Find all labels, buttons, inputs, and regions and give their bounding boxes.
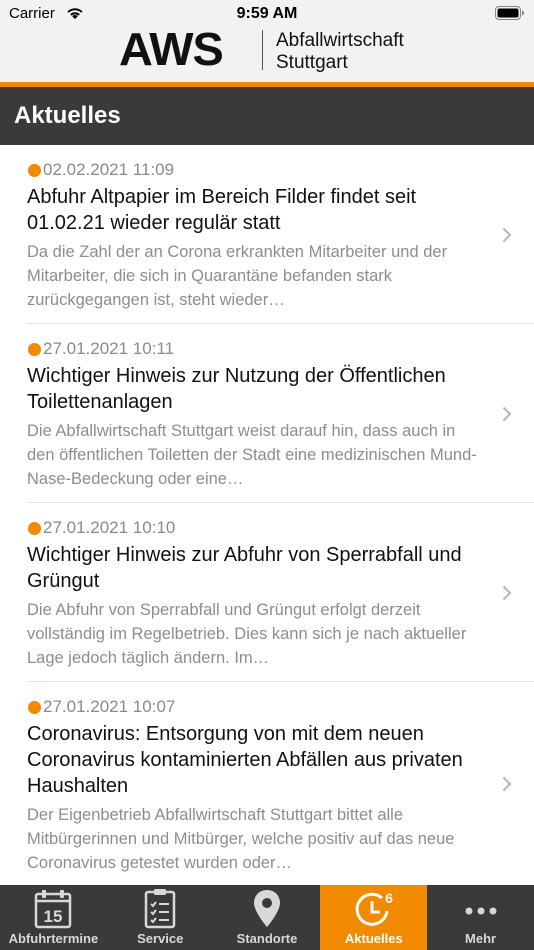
tab-label: Standorte [236,931,298,946]
chevron-right-icon [502,406,512,422]
tab-label: Aktuelles [344,931,403,946]
news-list[interactable]: 02.02.2021 11:09 Abfuhr Altpapier im Ber… [0,145,534,885]
chevron-right-icon [502,585,512,601]
tab-bar: 15 Abfuhrtermine Service Standorte 6 Akt… [0,885,534,950]
calendar-day: 15 [44,907,63,926]
tab-mehr[interactable]: Mehr [427,885,534,950]
tab-abfuhrtermine[interactable]: 15 Abfuhrtermine [0,885,107,950]
news-excerpt: Die Abfallwirtschaft Stuttgart weist dar… [27,422,477,488]
checklist-icon [144,889,176,929]
page-title: Aktuelles [14,102,121,129]
news-excerpt: Der Eigenbetrieb Abfallwirtschaft Stuttg… [27,806,455,872]
logo-line-2: Stuttgart [276,52,348,73]
tab-service[interactable]: Service [107,885,214,950]
news-date: 27.01.2021 10:07 [43,697,176,716]
news-date: 27.01.2021 10:11 [43,339,175,358]
news-title: Coronavirus: Entsorgung von mit dem neue… [27,723,463,797]
location-pin-icon [253,890,280,927]
news-item[interactable]: 27.01.2021 10:07 Coronavirus: Entsorgung… [0,682,534,885]
clock-icon: 6 [355,890,393,926]
news-excerpt: Die Abfuhr von Sperrabfall und Grüngut e… [27,601,467,667]
tab-aktuelles[interactable]: 6 Aktuelles [320,885,428,950]
news-item[interactable]: 27.01.2021 10:11 Wichtiger Hinweis zur N… [0,324,534,503]
news-date-row: 27.01.2021 10:10 [27,503,486,539]
tab-label: Mehr [465,931,497,946]
unread-dot [28,342,41,356]
news-item[interactable]: 27.01.2021 10:10 Wichtiger Hinweis zur A… [0,503,534,682]
chevron-right-icon [502,227,512,243]
news-date-row: 27.01.2021 10:07 [27,682,486,718]
news-excerpt: Da die Zahl der an Corona erkrankten Mit… [27,243,448,309]
tab-standorte[interactable]: Standorte [214,885,321,950]
news-title: Wichtiger Hinweis zur Nutzung der Öffent… [27,365,446,413]
news-item[interactable]: 02.02.2021 11:09 Abfuhr Altpapier im Ber… [0,145,534,324]
news-date-row: 27.01.2021 10:11 [27,324,486,360]
calendar-icon: 15 [35,890,72,929]
logo-line-1: Abfallwirtschaft [276,30,404,51]
tab-label: Service [137,931,184,946]
tab-label: Abfuhrtermine [8,931,99,946]
news-title: Wichtiger Hinweis zur Abfuhr von Sperrab… [27,544,462,592]
more-dots-icon [465,907,497,915]
chevron-right-icon [502,776,512,792]
logo-divider [262,30,263,70]
battery-icon [495,6,524,20]
unread-dot [28,163,41,177]
unread-dot [28,700,41,714]
unread-dot [28,521,41,535]
news-title: Abfuhr Altpapier im Bereich Filder finde… [27,186,417,234]
news-date: 02.02.2021 11:09 [43,160,175,179]
news-date-row: 02.02.2021 11:09 [27,145,486,181]
logo-header: AWS Abfallwirtschaft Stuttgart [0,23,534,82]
status-time: 9:59 AM [236,5,298,22]
news-date: 27.01.2021 10:10 [43,518,176,537]
logo-aws: AWS [118,23,224,75]
notification-badge: 6 [385,890,393,906]
nav-bar: Aktuelles [0,87,534,145]
status-bar: Carrier 9:59 AM [0,0,534,28]
